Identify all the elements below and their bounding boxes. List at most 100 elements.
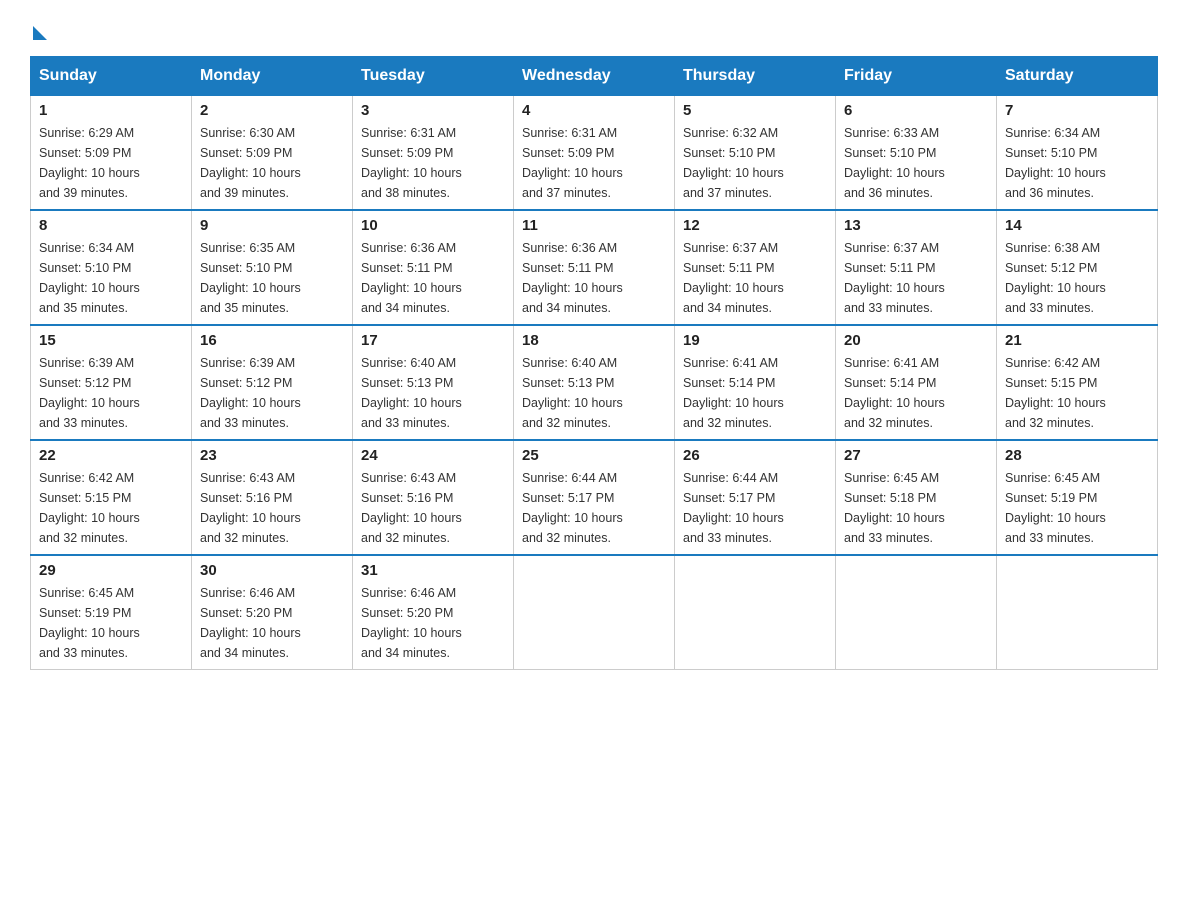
day-info: Sunrise: 6:37 AM Sunset: 5:11 PM Dayligh… [683, 238, 827, 318]
day-number: 31 [361, 562, 505, 579]
weekday-header-monday: Monday [192, 57, 353, 96]
calendar-cell: 14 Sunrise: 6:38 AM Sunset: 5:12 PM Dayl… [997, 210, 1158, 325]
day-number: 16 [200, 332, 344, 349]
weekday-header-row: SundayMondayTuesdayWednesdayThursdayFrid… [31, 57, 1158, 96]
day-number: 5 [683, 102, 827, 119]
calendar-cell [836, 555, 997, 670]
day-info: Sunrise: 6:33 AM Sunset: 5:10 PM Dayligh… [844, 123, 988, 203]
day-number: 2 [200, 102, 344, 119]
calendar-cell: 31 Sunrise: 6:46 AM Sunset: 5:20 PM Dayl… [353, 555, 514, 670]
calendar-week-row: 8 Sunrise: 6:34 AM Sunset: 5:10 PM Dayli… [31, 210, 1158, 325]
day-info: Sunrise: 6:43 AM Sunset: 5:16 PM Dayligh… [200, 468, 344, 548]
day-info: Sunrise: 6:34 AM Sunset: 5:10 PM Dayligh… [1005, 123, 1149, 203]
day-number: 11 [522, 217, 666, 234]
day-number: 23 [200, 447, 344, 464]
day-info: Sunrise: 6:39 AM Sunset: 5:12 PM Dayligh… [39, 353, 183, 433]
calendar-cell: 24 Sunrise: 6:43 AM Sunset: 5:16 PM Dayl… [353, 440, 514, 555]
day-number: 24 [361, 447, 505, 464]
calendar-cell: 23 Sunrise: 6:43 AM Sunset: 5:16 PM Dayl… [192, 440, 353, 555]
calendar-cell: 10 Sunrise: 6:36 AM Sunset: 5:11 PM Dayl… [353, 210, 514, 325]
day-info: Sunrise: 6:30 AM Sunset: 5:09 PM Dayligh… [200, 123, 344, 203]
day-info: Sunrise: 6:31 AM Sunset: 5:09 PM Dayligh… [522, 123, 666, 203]
calendar-cell: 17 Sunrise: 6:40 AM Sunset: 5:13 PM Dayl… [353, 325, 514, 440]
day-info: Sunrise: 6:42 AM Sunset: 5:15 PM Dayligh… [39, 468, 183, 548]
calendar-cell: 18 Sunrise: 6:40 AM Sunset: 5:13 PM Dayl… [514, 325, 675, 440]
day-number: 30 [200, 562, 344, 579]
calendar-cell: 7 Sunrise: 6:34 AM Sunset: 5:10 PM Dayli… [997, 96, 1158, 211]
day-info: Sunrise: 6:35 AM Sunset: 5:10 PM Dayligh… [200, 238, 344, 318]
day-number: 25 [522, 447, 666, 464]
calendar-cell [675, 555, 836, 670]
day-info: Sunrise: 6:46 AM Sunset: 5:20 PM Dayligh… [200, 583, 344, 663]
calendar-cell: 26 Sunrise: 6:44 AM Sunset: 5:17 PM Dayl… [675, 440, 836, 555]
calendar-cell: 4 Sunrise: 6:31 AM Sunset: 5:09 PM Dayli… [514, 96, 675, 211]
day-number: 7 [1005, 102, 1149, 119]
calendar-table: SundayMondayTuesdayWednesdayThursdayFrid… [30, 56, 1158, 670]
weekday-header-tuesday: Tuesday [353, 57, 514, 96]
day-info: Sunrise: 6:45 AM Sunset: 5:18 PM Dayligh… [844, 468, 988, 548]
day-number: 3 [361, 102, 505, 119]
day-info: Sunrise: 6:45 AM Sunset: 5:19 PM Dayligh… [39, 583, 183, 663]
calendar-cell: 1 Sunrise: 6:29 AM Sunset: 5:09 PM Dayli… [31, 96, 192, 211]
day-number: 12 [683, 217, 827, 234]
weekday-header-thursday: Thursday [675, 57, 836, 96]
calendar-cell [997, 555, 1158, 670]
day-number: 29 [39, 562, 183, 579]
day-number: 14 [1005, 217, 1149, 234]
calendar-week-row: 15 Sunrise: 6:39 AM Sunset: 5:12 PM Dayl… [31, 325, 1158, 440]
calendar-cell: 11 Sunrise: 6:36 AM Sunset: 5:11 PM Dayl… [514, 210, 675, 325]
day-info: Sunrise: 6:45 AM Sunset: 5:19 PM Dayligh… [1005, 468, 1149, 548]
calendar-cell: 25 Sunrise: 6:44 AM Sunset: 5:17 PM Dayl… [514, 440, 675, 555]
calendar-cell: 30 Sunrise: 6:46 AM Sunset: 5:20 PM Dayl… [192, 555, 353, 670]
calendar-cell: 28 Sunrise: 6:45 AM Sunset: 5:19 PM Dayl… [997, 440, 1158, 555]
day-info: Sunrise: 6:32 AM Sunset: 5:10 PM Dayligh… [683, 123, 827, 203]
calendar-cell: 8 Sunrise: 6:34 AM Sunset: 5:10 PM Dayli… [31, 210, 192, 325]
calendar-cell: 6 Sunrise: 6:33 AM Sunset: 5:10 PM Dayli… [836, 96, 997, 211]
calendar-cell: 16 Sunrise: 6:39 AM Sunset: 5:12 PM Dayl… [192, 325, 353, 440]
day-number: 1 [39, 102, 183, 119]
day-number: 18 [522, 332, 666, 349]
weekday-header-wednesday: Wednesday [514, 57, 675, 96]
day-info: Sunrise: 6:29 AM Sunset: 5:09 PM Dayligh… [39, 123, 183, 203]
calendar-week-row: 1 Sunrise: 6:29 AM Sunset: 5:09 PM Dayli… [31, 96, 1158, 211]
day-info: Sunrise: 6:40 AM Sunset: 5:13 PM Dayligh… [522, 353, 666, 433]
calendar-week-row: 29 Sunrise: 6:45 AM Sunset: 5:19 PM Dayl… [31, 555, 1158, 670]
day-number: 10 [361, 217, 505, 234]
day-number: 15 [39, 332, 183, 349]
calendar-cell: 21 Sunrise: 6:42 AM Sunset: 5:15 PM Dayl… [997, 325, 1158, 440]
day-number: 13 [844, 217, 988, 234]
weekday-header-friday: Friday [836, 57, 997, 96]
day-info: Sunrise: 6:34 AM Sunset: 5:10 PM Dayligh… [39, 238, 183, 318]
calendar-cell: 12 Sunrise: 6:37 AM Sunset: 5:11 PM Dayl… [675, 210, 836, 325]
day-info: Sunrise: 6:31 AM Sunset: 5:09 PM Dayligh… [361, 123, 505, 203]
day-number: 20 [844, 332, 988, 349]
page-header [30, 20, 1158, 36]
day-number: 28 [1005, 447, 1149, 464]
calendar-cell: 22 Sunrise: 6:42 AM Sunset: 5:15 PM Dayl… [31, 440, 192, 555]
day-number: 17 [361, 332, 505, 349]
day-number: 8 [39, 217, 183, 234]
logo [30, 20, 47, 36]
calendar-cell [514, 555, 675, 670]
calendar-cell: 2 Sunrise: 6:30 AM Sunset: 5:09 PM Dayli… [192, 96, 353, 211]
weekday-header-sunday: Sunday [31, 57, 192, 96]
day-info: Sunrise: 6:44 AM Sunset: 5:17 PM Dayligh… [683, 468, 827, 548]
day-info: Sunrise: 6:41 AM Sunset: 5:14 PM Dayligh… [844, 353, 988, 433]
calendar-cell: 15 Sunrise: 6:39 AM Sunset: 5:12 PM Dayl… [31, 325, 192, 440]
weekday-header-saturday: Saturday [997, 57, 1158, 96]
calendar-cell: 27 Sunrise: 6:45 AM Sunset: 5:18 PM Dayl… [836, 440, 997, 555]
day-info: Sunrise: 6:43 AM Sunset: 5:16 PM Dayligh… [361, 468, 505, 548]
calendar-cell: 5 Sunrise: 6:32 AM Sunset: 5:10 PM Dayli… [675, 96, 836, 211]
day-info: Sunrise: 6:37 AM Sunset: 5:11 PM Dayligh… [844, 238, 988, 318]
calendar-cell: 3 Sunrise: 6:31 AM Sunset: 5:09 PM Dayli… [353, 96, 514, 211]
logo-triangle-icon [33, 26, 47, 40]
day-info: Sunrise: 6:36 AM Sunset: 5:11 PM Dayligh… [361, 238, 505, 318]
day-number: 26 [683, 447, 827, 464]
calendar-cell: 19 Sunrise: 6:41 AM Sunset: 5:14 PM Dayl… [675, 325, 836, 440]
day-info: Sunrise: 6:44 AM Sunset: 5:17 PM Dayligh… [522, 468, 666, 548]
day-number: 19 [683, 332, 827, 349]
day-number: 4 [522, 102, 666, 119]
day-number: 21 [1005, 332, 1149, 349]
day-number: 9 [200, 217, 344, 234]
day-info: Sunrise: 6:46 AM Sunset: 5:20 PM Dayligh… [361, 583, 505, 663]
